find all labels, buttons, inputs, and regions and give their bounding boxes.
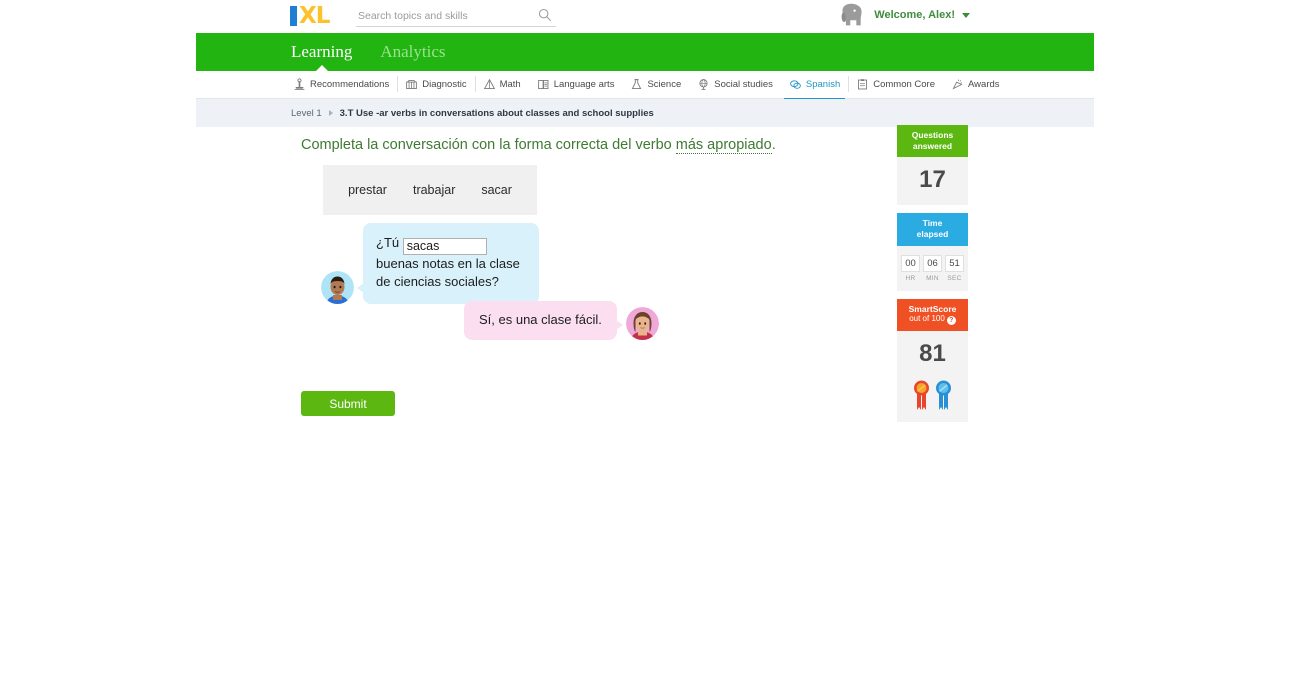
- smartscore-outof-text: out of 100: [909, 314, 945, 324]
- bubble-text: Sí, es una clase fácil.: [479, 312, 602, 327]
- smartscore-panel: SmartScore out of 100? 81: [897, 298, 968, 423]
- questions-answered-title-line1: Questions: [911, 130, 954, 140]
- word-bank-item: sacar: [481, 183, 512, 197]
- help-icon[interactable]: ?: [946, 316, 956, 326]
- answer-input[interactable]: [402, 237, 487, 255]
- girl-avatar: [625, 306, 659, 340]
- questions-answered-value: 17: [919, 166, 946, 194]
- subnav-label: Social studies: [714, 79, 773, 90]
- math-icon: [483, 78, 495, 90]
- elephant-avatar-icon: [841, 3, 862, 26]
- prompt-emphasis: más apropiado: [675, 137, 772, 154]
- sentence-after-blank: buenas notas en la clase de ciencias soc…: [376, 255, 520, 290]
- timer-hours-value: 00: [901, 254, 920, 272]
- timer-seconds-label: SEC: [947, 274, 962, 282]
- dialogue-line-right: Sí, es una clase fácil.: [464, 301, 659, 340]
- prompt-end: .: [771, 137, 776, 153]
- timer-minutes-label: MIN: [926, 274, 939, 282]
- questions-answered-panel: Questions answered 17: [897, 125, 968, 206]
- time-elapsed-panel: Time elapsed 00 HR 06 MIN 51 SEC: [897, 213, 968, 291]
- time-elapsed-title-line1: Time: [922, 218, 943, 229]
- language-arts-icon: [537, 79, 549, 90]
- subnav-label: Math: [499, 79, 521, 90]
- primary-nav-bar: Learning Analytics: [196, 33, 1094, 71]
- subnav-item-awards[interactable]: Awards: [943, 71, 1008, 99]
- progress-sidebar: Questions answered 17 Time elapsed 00 HR…: [897, 125, 968, 430]
- subnav-label: Diagnostic: [422, 79, 467, 90]
- subnav-label: Spanish: [805, 79, 841, 90]
- timer-seconds-value: 51: [945, 254, 964, 272]
- questions-answered-header: Questions answered: [897, 125, 968, 158]
- common-core-icon: [858, 79, 868, 90]
- timer-hours: 00 HR: [901, 254, 920, 282]
- tab-analytics[interactable]: Analytics: [380, 33, 445, 71]
- breadcrumb-skill: 3.T Use -ar verbs in conversations about…: [339, 107, 654, 119]
- search-input[interactable]: [356, 6, 526, 26]
- timer-spacer: [897, 284, 968, 291]
- logo-i-bar: [290, 6, 297, 26]
- chevron-down-icon[interactable]: [962, 12, 970, 18]
- breadcrumb: Level 1 3.T Use -ar verbs in conversatio…: [196, 99, 1094, 127]
- timer-row: 00 HR 06 MIN 51 SEC: [897, 246, 968, 284]
- ribbon-awards: [897, 379, 968, 422]
- word-bank-item: trabajar: [412, 183, 456, 197]
- speech-bubble-question: ¿Tú buenas notas en la clase de ciencias…: [357, 223, 539, 305]
- questions-answered-title-line2: answered: [912, 140, 953, 151]
- subnav-item-spanish[interactable]: Spanish: [781, 71, 848, 100]
- smartscore-value: 81: [919, 340, 946, 368]
- subnav-label: Recommendations: [310, 79, 390, 90]
- boy-avatar: [321, 271, 354, 305]
- ixl-logo[interactable]: XL: [290, 3, 346, 29]
- diagnostic-icon: [406, 79, 418, 90]
- subnav-item-language-arts[interactable]: Language arts: [529, 71, 623, 99]
- science-icon: [632, 79, 642, 90]
- subnav-item-social-studies[interactable]: Social studies: [689, 71, 781, 99]
- search-icon[interactable]: [538, 8, 552, 22]
- prompt-text: Completa la conversación con la forma co…: [301, 137, 676, 153]
- speech-bubble-answer: Sí, es una clase fácil.: [464, 301, 623, 340]
- logo-xl-text: XL: [299, 3, 330, 29]
- spanish-icon: [790, 80, 801, 89]
- awards-icon: [952, 79, 963, 90]
- social-studies-icon: [699, 79, 708, 90]
- subnav-item-science[interactable]: Science: [622, 71, 689, 99]
- subnav-label: Science: [647, 79, 682, 90]
- subnav-label: Common Core: [873, 79, 936, 90]
- subnav-label: Awards: [968, 79, 1000, 90]
- sentence-before-blank: ¿Tú: [376, 235, 403, 250]
- subnav-item-recommendations[interactable]: Recommendations: [285, 71, 397, 99]
- smartscore-header: SmartScore out of 100?: [897, 298, 968, 332]
- time-elapsed-title-line2: elapsed: [916, 228, 949, 239]
- smartscore-title-line1: SmartScore: [908, 303, 957, 314]
- timer-minutes: 06 MIN: [923, 254, 942, 282]
- time-elapsed-header: Time elapsed: [897, 213, 968, 246]
- smartscore-title-line2: out of 100?: [899, 314, 966, 326]
- subject-nav: Recommendations Diagnostic Math Language…: [196, 71, 1094, 100]
- subnav-item-common-core[interactable]: Common Core: [848, 71, 943, 99]
- word-bank-item: prestar: [348, 183, 387, 197]
- orange-ribbon-icon: [914, 380, 929, 411]
- question-prompt: Completa la conversación con la forma co…: [301, 137, 776, 154]
- dialogue-line-left: ¿Tú buenas notas en la clase de ciencias…: [321, 223, 539, 305]
- bubble-text: ¿Tú buenas notas en la clase de ciencias…: [376, 234, 526, 292]
- user-menu[interactable]: Welcome, Alex!: [837, 2, 970, 28]
- submit-button[interactable]: Submit: [301, 391, 395, 416]
- timer-hours-label: HR: [905, 274, 916, 282]
- subnav-item-math[interactable]: Math: [474, 71, 529, 99]
- timer-seconds: 51 SEC: [945, 254, 964, 282]
- user-greeting: Welcome, Alex!: [874, 9, 955, 21]
- breadcrumb-level[interactable]: Level 1: [291, 108, 322, 119]
- subnav-item-diagnostic[interactable]: Diagnostic: [397, 71, 474, 99]
- ixl-skill-practice-page: XL Welcome, Alex! Learning Analytics: [0, 0, 1290, 675]
- breadcrumb-separator-icon: [328, 110, 333, 116]
- recommendations-icon: [294, 78, 305, 90]
- tab-learning[interactable]: Learning: [291, 33, 352, 71]
- word-bank: prestar trabajar sacar: [323, 165, 537, 215]
- timer-minutes-value: 06: [923, 254, 942, 272]
- top-bar: XL Welcome, Alex!: [196, 0, 1094, 33]
- search-bar[interactable]: [356, 6, 556, 27]
- blue-ribbon-icon: [936, 380, 951, 411]
- subnav-label: Language arts: [553, 79, 615, 90]
